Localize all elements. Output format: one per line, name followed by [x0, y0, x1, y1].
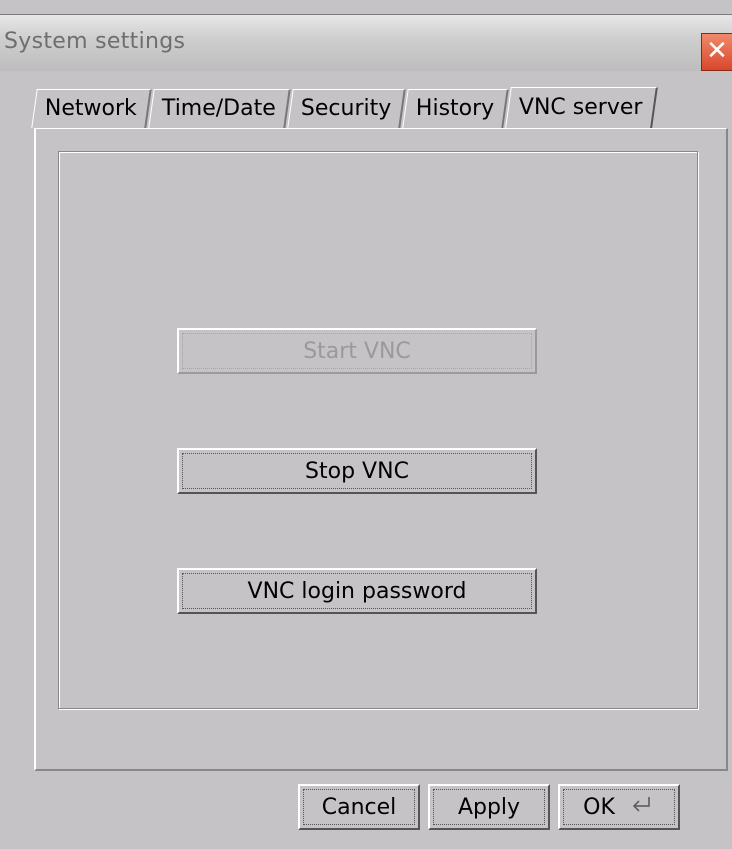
- tab-history[interactable]: History: [402, 89, 510, 128]
- vnc-groupbox: Start VNC Stop VNC VNC login password: [58, 151, 698, 709]
- vnc-login-password-button[interactable]: VNC login password: [177, 568, 537, 614]
- enter-key-icon: [629, 795, 655, 820]
- window-title: System settings: [4, 29, 186, 54]
- tab-vnc-server[interactable]: VNC server: [505, 87, 658, 128]
- vnc-server-panel: Start VNC Stop VNC VNC login password: [34, 128, 728, 771]
- tab-network[interactable]: Network: [31, 89, 152, 128]
- close-icon[interactable]: ✕: [701, 33, 732, 71]
- apply-button[interactable]: Apply: [428, 784, 550, 830]
- cancel-button[interactable]: Cancel: [298, 784, 420, 830]
- tab-time-date[interactable]: Time/Date: [148, 89, 291, 128]
- title-bar[interactable]: System settings ✕: [0, 14, 732, 71]
- system-settings-window: System settings ✕ Network Time/Date Secu…: [0, 0, 732, 849]
- tab-bar: Network Time/Date Security History VNC s…: [31, 87, 726, 128]
- stop-vnc-button[interactable]: Stop VNC: [177, 448, 537, 494]
- start-vnc-button[interactable]: Start VNC: [177, 328, 537, 374]
- settings-tabs: Network Time/Date Security History VNC s…: [31, 87, 728, 771]
- tab-security[interactable]: Security: [286, 89, 406, 128]
- ok-button[interactable]: OK: [558, 784, 680, 830]
